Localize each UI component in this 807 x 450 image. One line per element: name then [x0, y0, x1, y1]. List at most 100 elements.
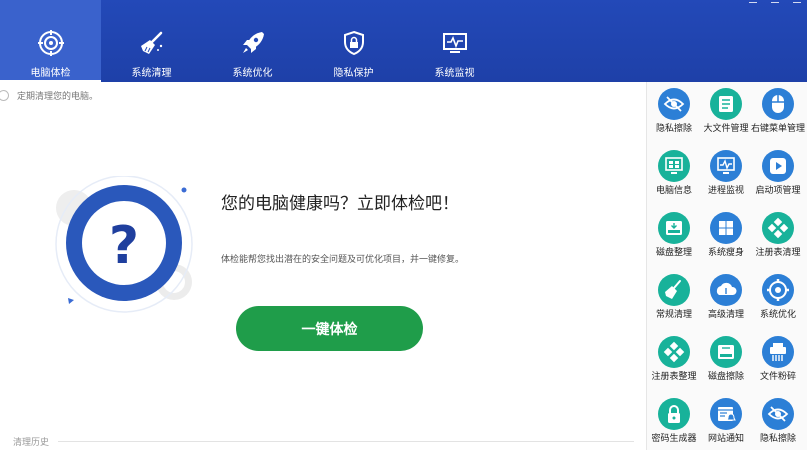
- tab-pc-checkup[interactable]: 电脑体检: [0, 0, 101, 82]
- clean-history-label: 清理历史: [13, 438, 50, 448]
- tool-system-slim[interactable]: 系统瘦身: [699, 212, 753, 259]
- tool-context-menu-manager[interactable]: 右键菜单管理: [751, 88, 805, 135]
- tool-label: 磁盘整理: [655, 248, 692, 258]
- tool-icon-bg: [762, 274, 794, 306]
- target-icon: [37, 30, 64, 56]
- tool-icon-bg: [658, 274, 690, 306]
- auto-clean-option[interactable]: 定期清理您的电脑。: [0, 89, 98, 102]
- tool-icon-bg: [710, 212, 742, 244]
- tool-icon-bg: [710, 274, 742, 306]
- registry-icon: [663, 341, 685, 363]
- monitor-pulse-icon: [442, 33, 467, 53]
- tool-label: 注册表清理: [755, 248, 801, 258]
- tool-label: 系统瘦身: [707, 248, 744, 258]
- tool-label: 隐私擦除: [759, 434, 796, 444]
- tool-icon-bg: [762, 88, 794, 120]
- tool-icon-bg: [658, 398, 690, 430]
- tab-privacy[interactable]: 隐私保护: [303, 0, 404, 82]
- tool-label: 右键菜单管理: [751, 124, 806, 134]
- tool-pc-info[interactable]: 电脑信息: [647, 150, 701, 197]
- tool-label: 大文件管理: [703, 124, 749, 134]
- disk-icon: [666, 221, 682, 235]
- tool-registry-defrag[interactable]: 注册表整理: [647, 336, 701, 383]
- tab-system-monitor[interactable]: 系统监视: [404, 0, 505, 82]
- process-monitor-icon: [717, 157, 735, 174]
- app-window: 电脑体检 系统清理 系统优化 隐私保护 系统监视 定期清理您的电脑。 ? 您的电…: [0, 0, 807, 450]
- tool-startup-manager[interactable]: 启动项管理: [751, 150, 805, 197]
- registry-icon: [767, 217, 789, 239]
- tool-process-monitor[interactable]: 进程监视: [699, 150, 753, 197]
- web-bell-icon: [718, 407, 736, 421]
- tools-sidebar: 隐私擦除 大文件管理 右键菜单管理 电脑信息 进程监视 启动项管理 磁盘整理 系…: [646, 82, 807, 450]
- tab-label: 系统监视: [434, 68, 475, 79]
- tool-icon-bg: [762, 150, 794, 182]
- restore-button[interactable]: [771, 0, 779, 3]
- tool-label: 文件粉碎: [759, 372, 796, 382]
- tool-icon-bg: [710, 398, 742, 430]
- play-icon: [770, 158, 786, 174]
- tool-label: 电脑信息: [655, 186, 692, 196]
- tab-label: 系统清理: [131, 68, 172, 79]
- auto-clean-label: 定期清理您的电脑。: [17, 92, 99, 102]
- windows-icon: [719, 221, 733, 235]
- tool-regular-clean[interactable]: 常规清理: [647, 274, 701, 321]
- shield-lock-icon: [343, 30, 364, 56]
- checkup-headline: 您的电脑健康吗？立即体检吧！: [221, 194, 459, 214]
- tool-icon-bg: [762, 336, 794, 368]
- main-panel: 定期清理您的电脑。 ? 您的电脑健康吗？立即体检吧！ 体检能帮您找出潜在的安全问…: [0, 82, 646, 450]
- tool-label: 常规清理: [655, 310, 692, 320]
- shredder-icon: [770, 343, 786, 361]
- lock-icon: [668, 405, 680, 423]
- eye-off-icon: [767, 406, 789, 422]
- rocket-icon: [242, 32, 264, 53]
- tool-large-file-manager[interactable]: 大文件管理: [699, 88, 753, 135]
- tool-password-generator[interactable]: 密码生成器: [647, 398, 701, 445]
- tool-privacy-erase-2[interactable]: 隐私擦除: [751, 398, 805, 445]
- tab-label: 系统优化: [232, 68, 273, 79]
- mouse-icon: [772, 95, 784, 113]
- tab-label: 电脑体检: [30, 68, 71, 79]
- file-list-icon: [719, 96, 733, 112]
- tool-label: 网站通知: [707, 434, 744, 444]
- disk-icon: [718, 345, 734, 359]
- tool-icon-bg: [710, 336, 742, 368]
- tool-label: 隐私擦除: [655, 124, 692, 134]
- cloud-clean-icon: [716, 282, 737, 295]
- tool-disk-erase[interactable]: 磁盘擦除: [699, 336, 753, 383]
- tool-icon-bg: [658, 212, 690, 244]
- tool-label: 进程监视: [707, 186, 744, 196]
- tool-label: 磁盘擦除: [707, 372, 744, 382]
- main-nav: 电脑体检 系统清理 系统优化 隐私保护 系统监视: [0, 0, 505, 82]
- tab-system-clean[interactable]: 系统清理: [101, 0, 202, 82]
- grid-monitor-icon: [665, 157, 683, 174]
- history-divider: [58, 441, 634, 442]
- auto-clean-checkbox[interactable]: [0, 90, 9, 101]
- minimize-button[interactable]: [749, 0, 757, 3]
- broom-icon: [140, 31, 162, 54]
- checkup-description: 体检能帮您找出潜在的安全问题及可优化项目，并一键修复。: [221, 255, 465, 265]
- tool-icon-bg: [710, 88, 742, 120]
- tab-label: 隐私保护: [333, 68, 374, 79]
- tool-label: 密码生成器: [651, 434, 697, 444]
- one-click-checkup-button[interactable]: 一键体检: [236, 306, 423, 351]
- tool-file-shredder[interactable]: 文件粉碎: [751, 336, 805, 383]
- tool-privacy-erase[interactable]: 隐私擦除: [647, 88, 701, 135]
- tool-label: 高级清理: [707, 310, 744, 320]
- close-button[interactable]: [793, 0, 801, 3]
- svg-text:?: ?: [109, 216, 139, 276]
- health-question-illustration: ?: [55, 176, 193, 313]
- tool-icon-bg: [658, 88, 690, 120]
- eye-off-icon: [663, 96, 685, 112]
- tool-icon-bg: [658, 150, 690, 182]
- tool-registry-clean[interactable]: 注册表清理: [751, 212, 805, 259]
- tool-website-notifications[interactable]: 网站通知: [699, 398, 753, 445]
- tool-system-optimize[interactable]: 系统优化: [751, 274, 805, 321]
- tool-advanced-clean[interactable]: 高级清理: [699, 274, 753, 321]
- tab-system-optimize[interactable]: 系统优化: [202, 0, 303, 82]
- tool-label: 注册表整理: [651, 372, 697, 382]
- broom-icon: [665, 280, 681, 299]
- gear-icon: [767, 279, 789, 301]
- window-controls: [749, 0, 801, 3]
- tool-disk-defrag[interactable]: 磁盘整理: [647, 212, 701, 259]
- tool-icon-bg: [710, 150, 742, 182]
